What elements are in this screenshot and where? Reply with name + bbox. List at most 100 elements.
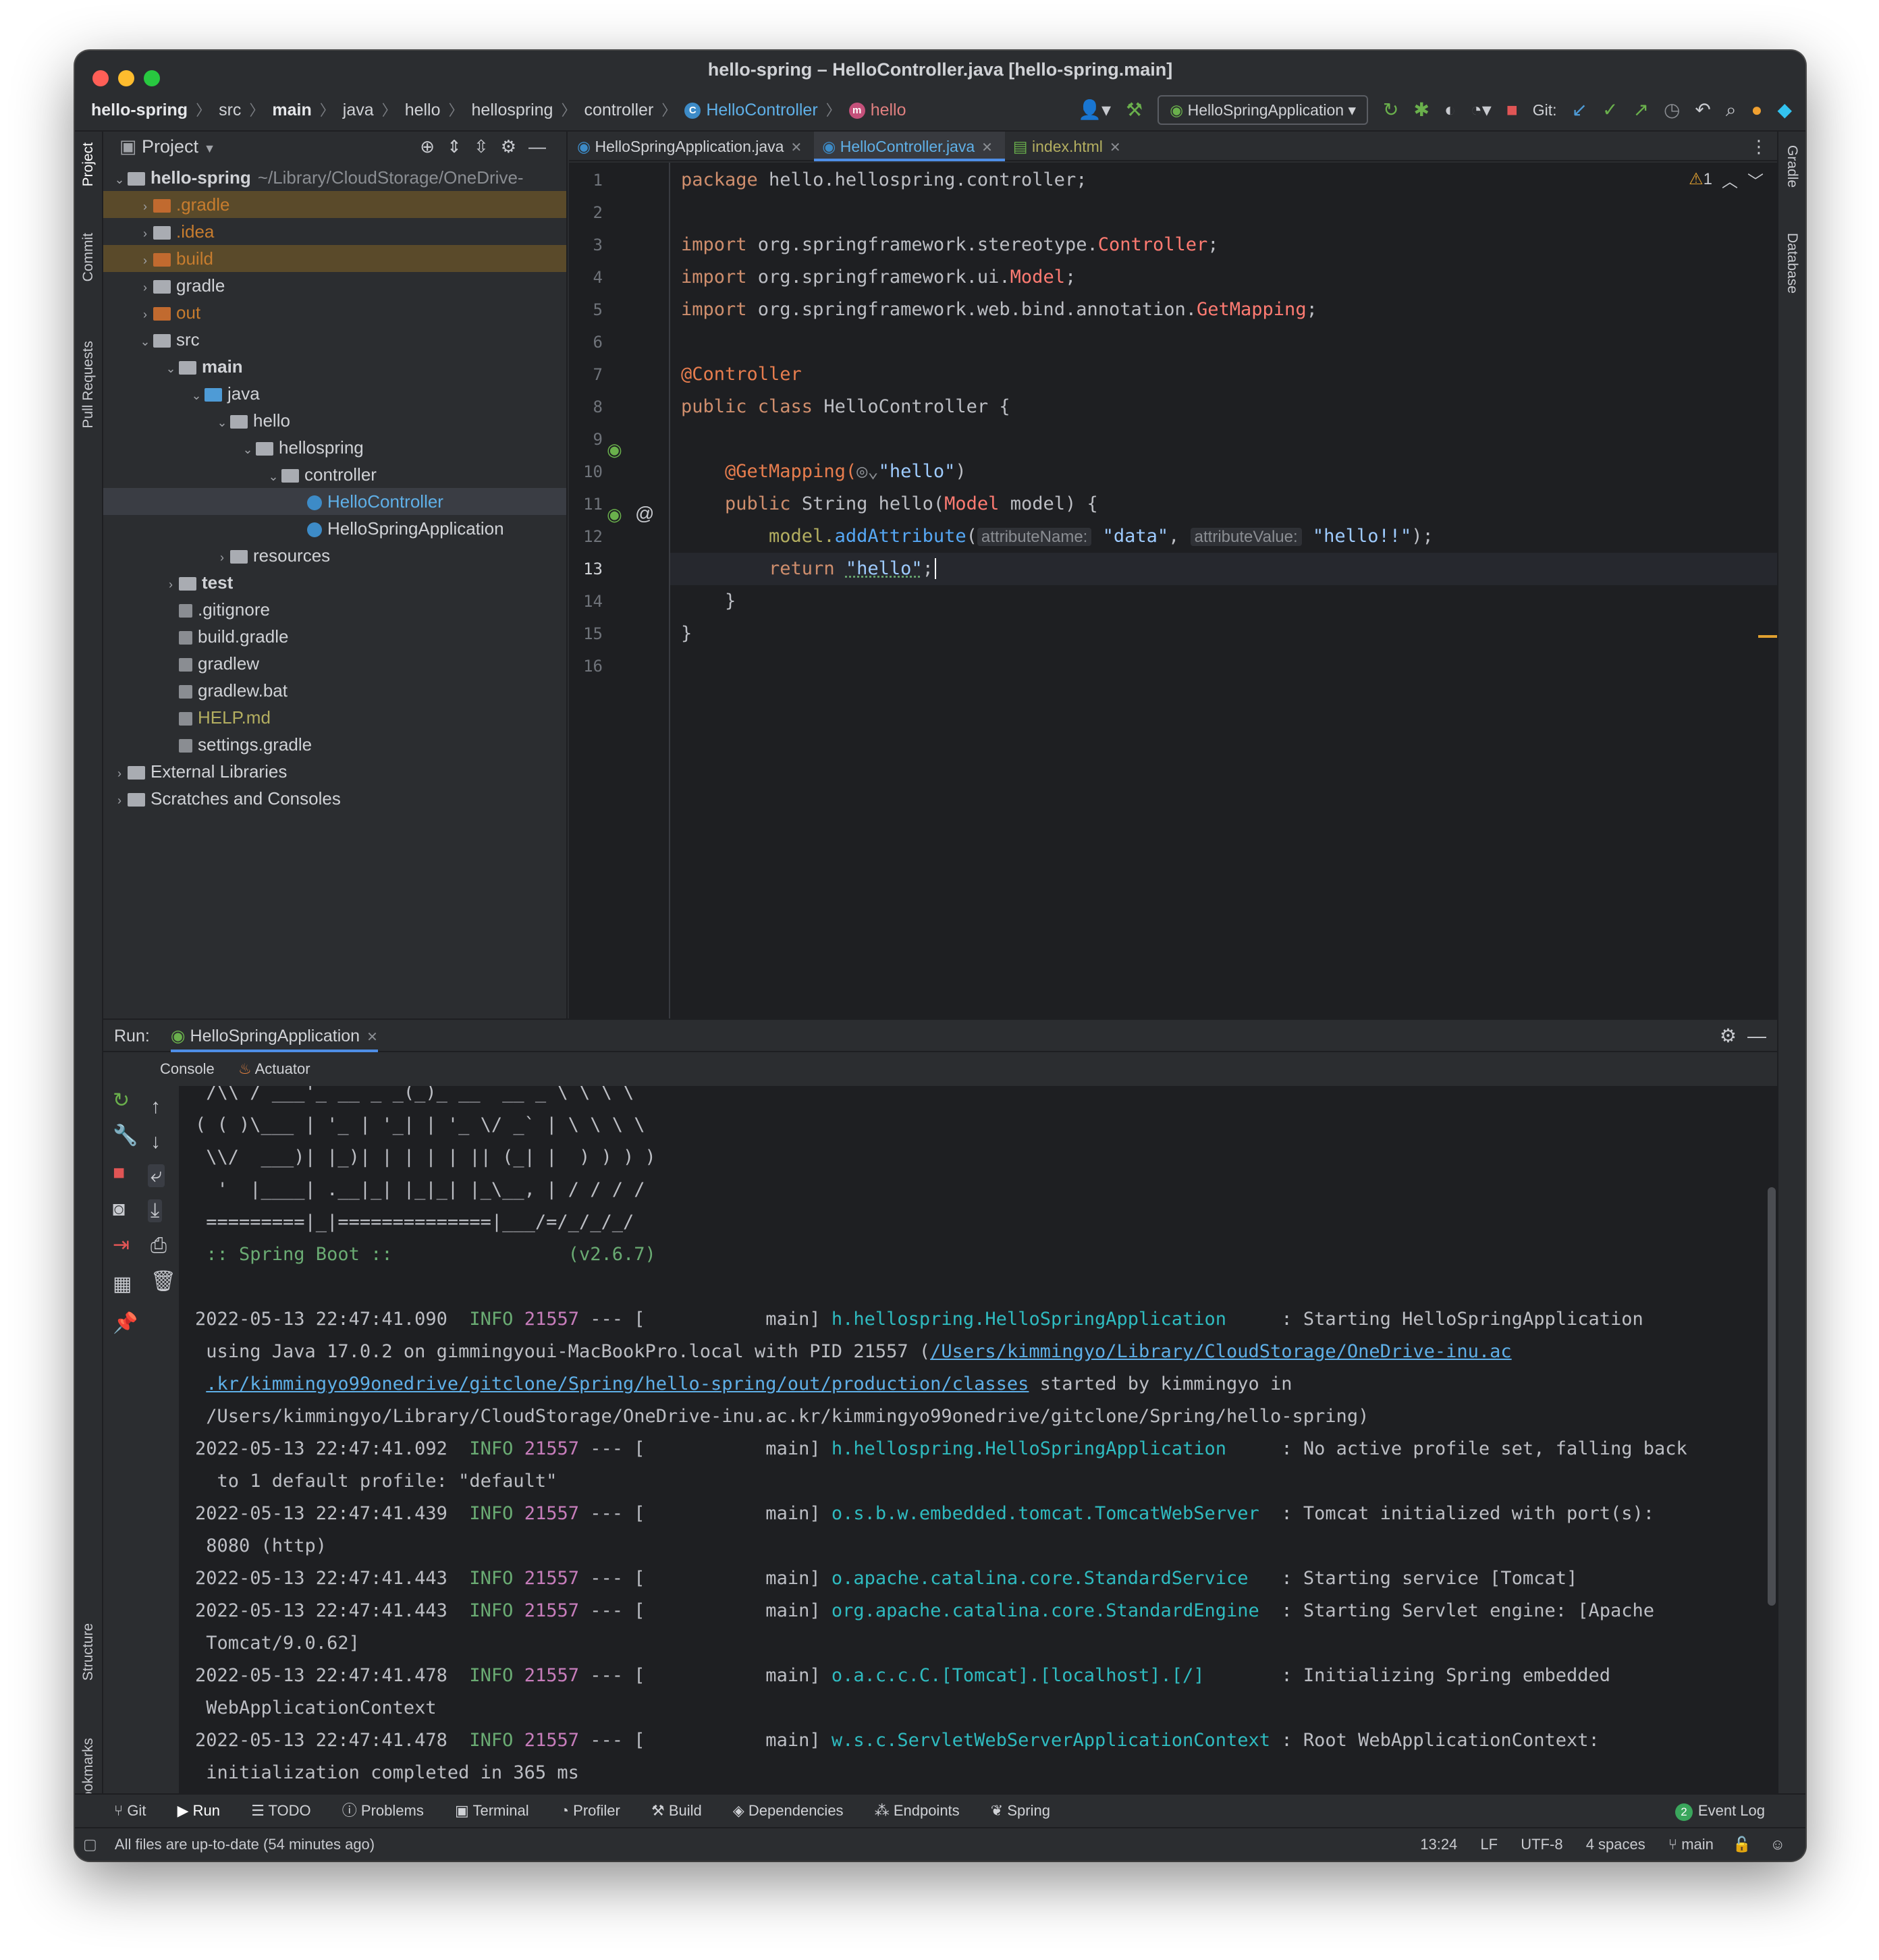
tree-node[interactable]: build.gradle [103,623,566,650]
rerun-icon[interactable]: ↻ [1383,88,1398,132]
toolwindow-endpoints[interactable]: ⁂ Endpoints [875,1795,960,1827]
breadcrumb-hello[interactable]: hello [405,101,441,119]
line-number[interactable]: 2 [569,203,603,222]
toolwindow-run[interactable]: ▶ Run [178,1795,220,1827]
wrench-icon[interactable]: 🔧 [113,1124,138,1147]
path-link[interactable]: .kr/kimmingyo99onedrive/gitclone/Spring/… [206,1373,1029,1394]
line-separator[interactable]: LF [1480,1836,1498,1853]
tree-node[interactable]: gradlew.bat [103,677,566,704]
tree-node[interactable]: › resources [103,542,566,569]
tab-actuator[interactable]: ♨ Actuator [238,1052,310,1086]
chevron-down-icon[interactable]: ⌄ [240,436,256,463]
warning-stripe[interactable] [1758,635,1777,638]
close-icon[interactable]: ✕ [981,140,993,155]
line-number[interactable]: 12 [569,527,603,546]
pull-requests-tab[interactable]: Pull Requests [80,341,97,429]
tree-node[interactable]: › gradle [103,272,566,299]
line-number[interactable]: 8 [569,398,603,416]
tree-node[interactable]: HELP.md [103,704,566,731]
hide-icon[interactable]: — [1747,1020,1766,1052]
line-number[interactable]: 6 [569,333,603,352]
collapse-all-icon[interactable]: ⇳ [474,136,501,157]
chevron-down-icon[interactable]: ⌄ [265,463,281,490]
tree-node[interactable]: ⌄ hello-spring ~/Library/CloudStorage/OneD… [103,164,566,191]
console-output[interactable]: /\\ / ___'_ __ _ _(_)_ __ __ _ \ \ \ \ ( … [180,1086,1777,1793]
toolwindow-terminal[interactable]: ▣ Terminal [455,1795,529,1827]
tree-node[interactable]: ⌄ hellospring [103,434,566,461]
tab-hellocontroller[interactable]: ◉ HelloController.java ✕ [814,132,1005,161]
chevron-right-icon[interactable]: › [137,220,153,247]
tree-node[interactable]: HelloController [103,488,566,515]
chevron-down-icon[interactable]: ⌄ [214,409,230,436]
tree-node[interactable]: ⌄ hello [103,407,566,434]
chevron-right-icon[interactable]: › [137,193,153,220]
trash-icon[interactable]: 🗑 [151,1270,176,1293]
breadcrumb-main[interactable]: main [272,101,311,119]
console-scrollbar[interactable] [1768,1187,1776,1606]
git-update-icon[interactable]: ↙ [1572,88,1587,132]
toolwindow-build[interactable]: ⚒ Build [651,1795,702,1827]
chevron-right-icon[interactable]: › [137,301,153,328]
build-hammer-icon[interactable]: ⚒ [1126,88,1143,132]
line-number[interactable]: 16 [569,657,603,676]
tree-node[interactable]: › out [103,299,566,326]
line-number[interactable]: 7 [569,365,603,384]
rerun-icon[interactable]: ↻ [113,1089,130,1112]
panel-toggle-icon[interactable]: ▢ [83,1836,97,1853]
gear-icon[interactable]: ⚙ [501,136,528,157]
stop-icon[interactable]: ■ [1506,88,1518,132]
soft-wrap-icon[interactable]: ⤶ [148,1164,165,1187]
globe-icon[interactable]: ◎⌄ [856,461,879,482]
scroll-to-end-icon[interactable]: ⤓ [148,1199,163,1222]
exit-icon[interactable]: ⇥ [113,1233,130,1257]
line-number[interactable]: 1 [569,171,603,190]
chevron-right-icon[interactable]: › [137,247,153,274]
vertical-scrollbar[interactable] [1761,163,1777,1018]
profile-icon[interactable]: ◔▾ [1471,88,1492,132]
chevron-right-icon[interactable]: › [214,544,230,571]
camera-icon[interactable]: ◙ [113,1198,125,1221]
tree-node[interactable]: › External Libraries [103,758,566,785]
tree-node[interactable]: › Scratches and Consoles [103,785,566,812]
expand-all-icon[interactable]: ⇕ [447,136,474,157]
tree-node[interactable]: settings.gradle [103,731,566,758]
toolwindow-todo[interactable]: ☰ TODO [251,1795,311,1827]
stop-icon[interactable]: ■ [113,1162,125,1185]
line-number[interactable]: 5 [569,300,603,319]
close-icon[interactable]: ✕ [366,1030,378,1045]
indent-setting[interactable]: 4 spaces [1586,1836,1645,1853]
project-tab[interactable]: Project [80,142,97,186]
caret-position[interactable]: 13:24 [1420,1836,1457,1853]
update-icon[interactable]: ● [1751,88,1763,132]
event-log-button[interactable]: 2 Event Log [1674,1795,1765,1827]
tree-node[interactable]: › test [103,569,566,596]
search-icon[interactable]: ⌕ [1726,88,1737,132]
tree-node[interactable]: ⌄ src [103,326,566,353]
inspector-icon[interactable]: ☺ [1770,1836,1785,1853]
project-view-select[interactable]: Project [142,136,198,157]
breadcrumb-java[interactable]: java [343,101,374,119]
endpoint-at-icon[interactable]: @ [635,503,654,524]
tree-node[interactable]: .gitignore [103,596,566,623]
run-config-tab[interactable]: ◉ HelloSpringApplication ✕ [170,1027,378,1052]
more-tabs-icon[interactable]: ⋮ [1750,132,1768,161]
commit-tab[interactable]: Commit [80,233,97,281]
locate-icon[interactable]: ⊕ [420,136,447,157]
layout-icon[interactable]: ▦ [113,1272,132,1296]
tree-node[interactable]: › .idea [103,218,566,245]
pin-icon[interactable]: 📌 [113,1311,138,1335]
line-number[interactable]: 13 [569,560,603,578]
arrow-up-icon[interactable]: ↑ [151,1095,161,1118]
breadcrumb-project[interactable]: hello-spring [91,101,188,119]
line-number[interactable]: 3 [569,236,603,254]
status-message[interactable]: All files are up-to-date (54 minutes ago… [115,1836,375,1853]
line-number[interactable]: 11 [569,495,603,514]
chevron-down-icon[interactable]: ▼ [204,142,216,155]
code-area[interactable]: package hello.hellospring.controller; im… [681,163,1777,1018]
tree-node[interactable]: gradlew [103,650,566,677]
tree-node[interactable]: ⌄ controller [103,461,566,488]
tree-node[interactable]: ⌄ java [103,380,566,407]
user-icon[interactable]: 👤▾ [1078,88,1111,132]
tab-index-html[interactable]: ▤ index.html ✕ [1005,132,1133,161]
tab-hellospringapplication[interactable]: ◉ HelloSpringApplication.java ✕ [569,132,814,161]
